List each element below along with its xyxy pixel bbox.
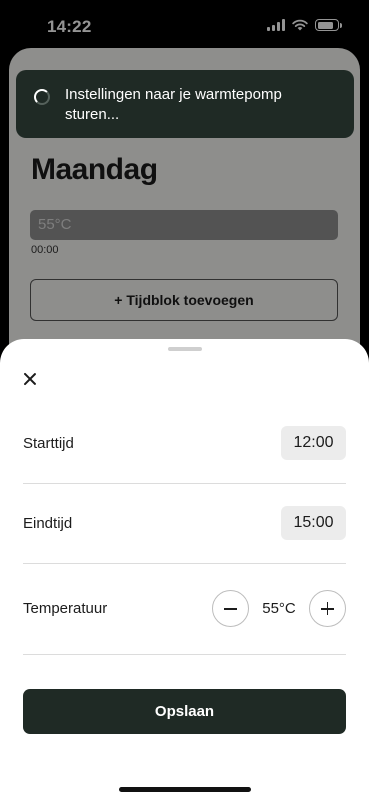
status-toast: Instellingen naar je warmtepomp sturen..… <box>16 70 354 138</box>
plus-icon[interactable] <box>309 590 346 627</box>
save-button[interactable]: Opslaan <box>23 689 346 734</box>
end-time-label: Eindtijd <box>23 514 73 532</box>
temperature-stepper: 55°C <box>212 590 346 627</box>
start-time-label: Starttijd <box>23 434 74 452</box>
start-time-picker[interactable]: 12:00 <box>281 426 346 460</box>
temperature-label: Temperatuur <box>23 600 108 617</box>
divider <box>23 654 346 655</box>
home-indicator <box>119 787 251 792</box>
close-icon[interactable] <box>20 369 40 389</box>
end-time-picker[interactable]: 15:00 <box>281 506 346 540</box>
end-time-row: Eindtijd 15:00 <box>23 506 346 540</box>
temperature-row: Temperatuur 55°C <box>23 590 346 627</box>
start-time-row: Starttijd 12:00 <box>23 426 346 460</box>
divider <box>23 563 346 564</box>
edit-timeblock-sheet: Starttijd 12:00 Eindtijd 15:00 Temperatu… <box>0 339 369 800</box>
divider <box>23 483 346 484</box>
sheet-grabber[interactable] <box>168 347 202 351</box>
toast-message: Instellingen naar je warmtepomp sturen..… <box>65 86 282 123</box>
spinner-icon <box>34 89 50 105</box>
temperature-value: 55°C <box>262 600 296 617</box>
minus-icon[interactable] <box>212 590 249 627</box>
